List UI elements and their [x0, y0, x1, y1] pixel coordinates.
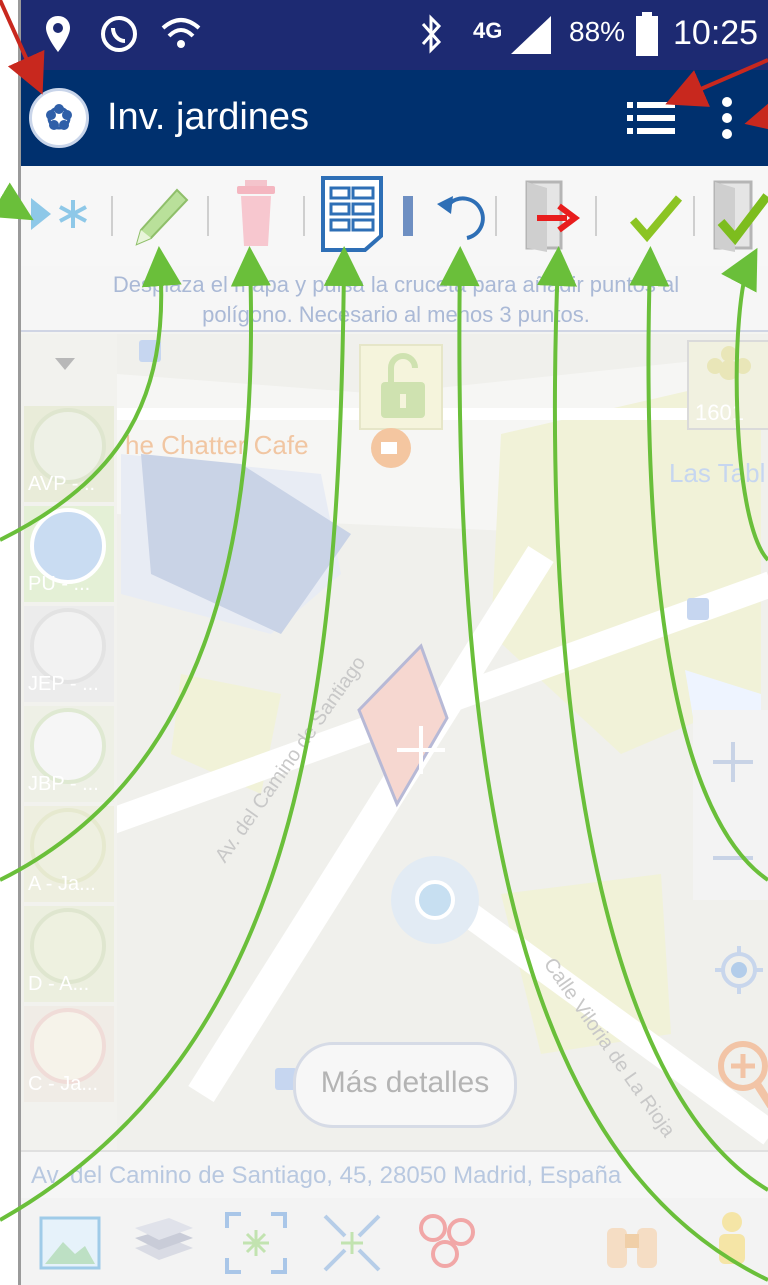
pencil-icon[interactable] — [125, 174, 195, 254]
category-item[interactable]: A - Ja... — [24, 806, 114, 902]
category-item[interactable]: PU - ... — [24, 506, 114, 602]
app-title: Inv. jardines — [107, 96, 310, 138]
check-door-icon[interactable] — [705, 174, 768, 254]
category-sidebar: AVP -... PU - ... JEP - ... JBP - ... A … — [21, 334, 117, 1150]
toolbar-separator-thick — [403, 196, 413, 236]
overflow-menu-icon[interactable] — [719, 96, 735, 140]
zoom-controls — [693, 710, 768, 900]
whatsapp-icon — [101, 16, 137, 52]
app-logo — [29, 88, 89, 148]
more-details-button[interactable]: Más detalles — [293, 1042, 517, 1128]
edit-toolbar — [21, 166, 768, 269]
address-bar: Av. del Camino de Santiago, 45, 28050 Ma… — [21, 1150, 768, 1198]
phone-screen: 4G 88% 10:25 Inv. jardines Desplaza el m… — [18, 0, 768, 1285]
undo-icon[interactable] — [427, 174, 497, 254]
wifi-icon — [161, 18, 201, 48]
toolbar-separator — [595, 196, 597, 236]
cafe-icon — [371, 428, 411, 468]
hint-line-1: Desplaza el mapa y pulsa la cruceta para… — [112, 272, 680, 297]
flower-logo-icon — [46, 104, 72, 130]
bluetooth-icon — [421, 14, 442, 54]
battery-icon — [636, 12, 658, 56]
trash-icon[interactable] — [221, 174, 291, 254]
play-asterisk-icon[interactable] — [25, 174, 95, 254]
category-item[interactable]: AVP -... — [24, 406, 114, 502]
list-icon[interactable] — [627, 100, 675, 136]
toolbar-separator — [207, 196, 209, 236]
binoculars-icon[interactable] — [597, 1208, 667, 1278]
annotation-arrow-add — [0, 182, 34, 221]
exit-door-icon[interactable] — [513, 174, 583, 254]
category-item[interactable]: C - Ja... — [24, 1006, 114, 1102]
hint-text: Desplaza el mapa y pulsa la cruceta para… — [21, 266, 768, 332]
signal-icon — [511, 16, 551, 54]
map-view[interactable]: he Chatter Cafe Las Tabl Av. del Camino … — [21, 334, 768, 1150]
toolbar-separator — [693, 196, 695, 236]
location-pin-icon — [46, 16, 70, 52]
chevron-down-icon[interactable] — [53, 356, 77, 372]
check-icon[interactable] — [621, 174, 691, 254]
collapse-icon[interactable] — [317, 1208, 387, 1278]
app-bar: Inv. jardines — [21, 70, 768, 166]
zoom-search-icon[interactable] — [713, 1036, 768, 1120]
category-item[interactable]: D - A... — [24, 906, 114, 1002]
network-label: 4G — [473, 18, 503, 43]
category-item[interactable]: JEP - ... — [24, 606, 114, 702]
map-thumbnail[interactable]: 1601 — [687, 340, 768, 430]
place-label: Las Tabl — [669, 458, 766, 488]
flower-icon — [707, 346, 751, 380]
category-item[interactable]: JBP - ... — [24, 706, 114, 802]
toolbar-separator — [303, 196, 305, 236]
lock-icon[interactable] — [359, 344, 443, 430]
battery-percent: 88% — [569, 16, 626, 47]
my-location-icon[interactable] — [713, 944, 765, 996]
toolbar-separator — [495, 196, 497, 236]
bottom-toolbar — [21, 1198, 768, 1285]
map-image-icon[interactable] — [35, 1208, 105, 1278]
zoom-out-icon[interactable] — [711, 836, 755, 880]
toolbar-separator — [111, 196, 113, 236]
zoom-in-icon[interactable] — [711, 740, 755, 784]
form-list-icon[interactable] — [317, 174, 387, 254]
hint-line-2: polígono. Necesario al menos 3 puntos. — [202, 302, 590, 327]
status-bar: 4G 88% 10:25 — [21, 0, 768, 70]
person-icon[interactable] — [697, 1208, 767, 1278]
bus-stop-icon — [687, 598, 709, 620]
select-area-icon[interactable] — [221, 1208, 291, 1278]
thumbnail-number: 1601 — [695, 400, 744, 425]
layers-icon[interactable] — [129, 1208, 199, 1278]
poi-cafe-label: he Chatter Cafe — [125, 430, 309, 460]
bus-stop-icon — [139, 340, 161, 362]
multi-pin-icon[interactable] — [411, 1208, 481, 1278]
status-time: 10:25 — [673, 14, 759, 52]
